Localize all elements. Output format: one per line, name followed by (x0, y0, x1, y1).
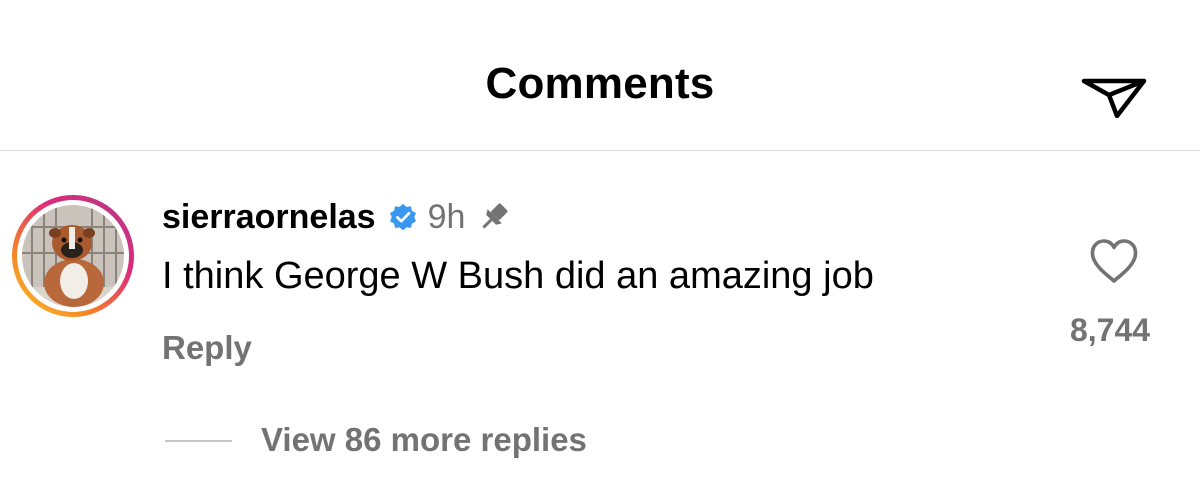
like-button[interactable] (1088, 237, 1140, 285)
verified-badge-icon (388, 202, 418, 232)
like-count: 8,744 (1069, 312, 1151, 348)
page-title: Comments (485, 59, 715, 108)
pin-icon (477, 200, 511, 234)
heart-icon (1090, 239, 1138, 283)
comment-text: I think George W Bush did an amazing job (162, 255, 874, 297)
replies-divider-line (165, 440, 232, 442)
avatar[interactable] (12, 195, 134, 317)
comments-header: Comments (0, 0, 1200, 150)
comment-time: 9h (427, 198, 466, 236)
comment-meta: sierraornelas 9h (162, 195, 511, 239)
view-replies-button[interactable]: View 86 more replies (261, 418, 587, 462)
avatar-photo (22, 205, 124, 307)
reply-button[interactable]: Reply (162, 326, 252, 370)
comment-item: sierraornelas 9h I think George W Bush d… (0, 151, 1200, 502)
dog-photo-image (22, 205, 124, 307)
share-button[interactable] (1078, 78, 1150, 118)
username[interactable]: sierraornelas (162, 195, 376, 239)
avatar-inner-ring (17, 200, 129, 312)
send-icon (1081, 78, 1147, 118)
